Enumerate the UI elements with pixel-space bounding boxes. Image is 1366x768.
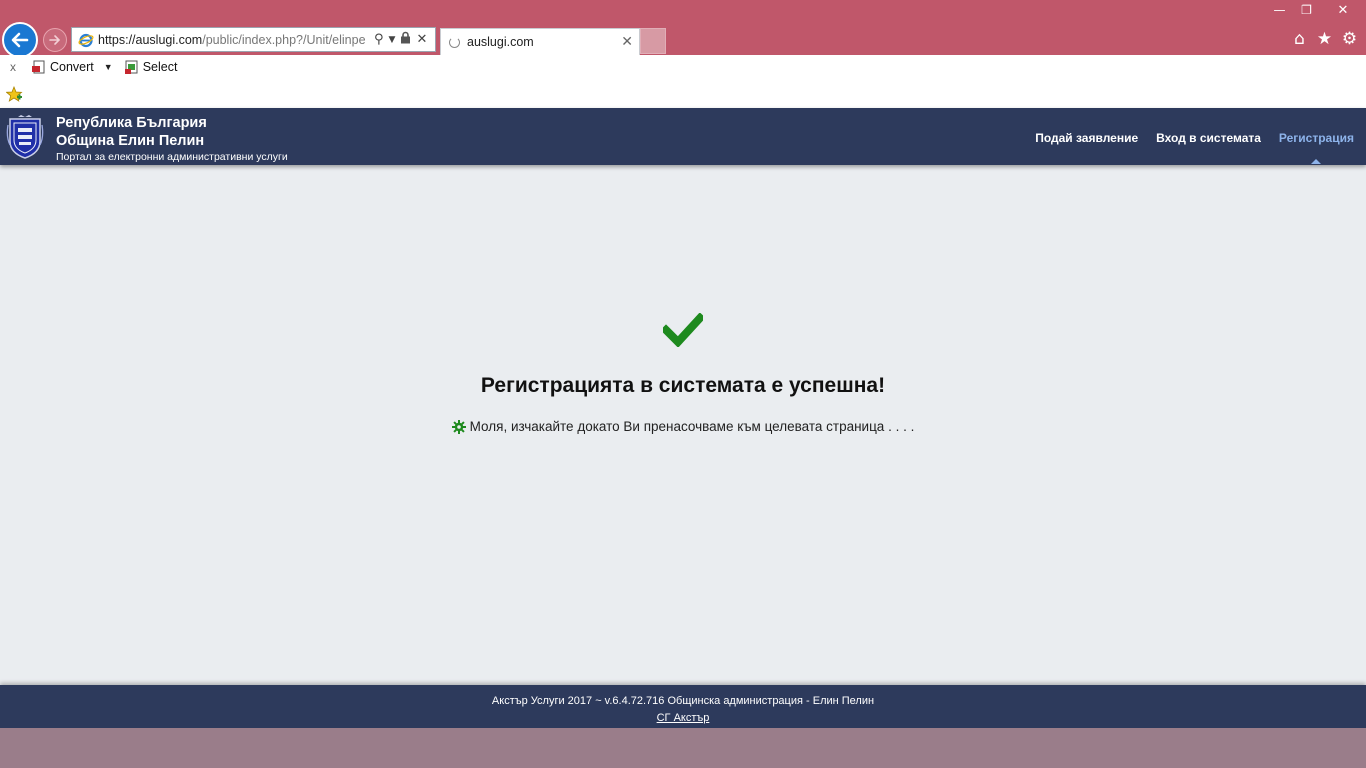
select-icon [124, 60, 138, 74]
brand-municipality: Община Елин Пелин [56, 133, 205, 149]
url-path: /public/index.php?/Unit/elinpe [202, 32, 366, 47]
restore-button[interactable]: ❐ [1293, 0, 1320, 20]
close-window-button[interactable]: ✕ [1320, 0, 1366, 20]
nav-login[interactable]: Вход в системата [1156, 131, 1261, 145]
close-toolbar-icon[interactable]: x [10, 60, 20, 74]
nav-registration[interactable]: Регистрация [1279, 131, 1354, 164]
nav-submit-application[interactable]: Подай заявление [1035, 131, 1138, 145]
redirect-message: Моля, изчакайте докато Ви пренасочваме к… [0, 419, 1366, 434]
taskbar [0, 728, 1366, 768]
browser-titlebar: — ❐ ✕ https://auslugi.com/public/index.p… [0, 0, 1366, 58]
footer-copyright: Акстър Услуги 2017 ~ v.6.4.72.716 Общинс… [491, 695, 875, 707]
municipality-crest-logo [6, 115, 44, 159]
site-header: Република България Община Елин Пелин Пор… [0, 108, 1366, 165]
footer-company-link[interactable]: СГ Акстър [657, 712, 710, 725]
home-icon[interactable]: ⌂ [1291, 29, 1308, 49]
lock-icon[interactable] [400, 31, 411, 48]
tab-auslugi[interactable]: auslugi.com ✕ [440, 28, 640, 55]
redirect-text: Моля, изчакайте докато Ви пренасочваме к… [469, 419, 915, 434]
gear-icon[interactable]: ⚙ [1341, 29, 1358, 49]
ie-icon [76, 30, 96, 50]
forward-button[interactable] [43, 28, 67, 52]
command-bar: x Convert ▼ Select [0, 55, 1366, 108]
main-content: Регистрацията в системата е успешна! Мол… [0, 165, 1366, 685]
brand-block[interactable]: Република България Община Елин Пелин Пор… [56, 114, 288, 164]
loading-icon [449, 36, 460, 48]
success-heading: Регистрацията в системата е успешна! [480, 374, 886, 397]
pdf-convert-icon [32, 60, 45, 73]
back-button[interactable] [2, 22, 38, 58]
favorites-star-icon[interactable]: ★ [1316, 29, 1333, 49]
url-host: https://auslugi.com [98, 32, 203, 47]
tab-close-icon[interactable]: ✕ [621, 34, 633, 50]
convert-button[interactable]: Convert ▼ [32, 60, 113, 74]
select-label: Select [142, 59, 178, 74]
arrow-right-icon [49, 35, 61, 45]
checkmark-icon [663, 313, 703, 347]
address-url[interactable]: https://auslugi.com/public/index.php?/Un… [98, 33, 370, 47]
main-nav: Подай заявление Вход в системата Регистр… [1035, 131, 1354, 164]
chevron-down-icon[interactable]: ▼ [104, 62, 113, 72]
minimize-button[interactable]: — [1266, 0, 1293, 20]
search-icon[interactable]: ⚲ [374, 32, 384, 47]
window-controls: — ❐ ✕ [1266, 0, 1366, 20]
dropdown-icon[interactable]: ▼ [389, 35, 396, 45]
site-footer: Акстър Услуги 2017 ~ v.6.4.72.716 Общинс… [0, 685, 1366, 728]
address-bar[interactable]: https://auslugi.com/public/index.php?/Un… [71, 27, 436, 52]
brand-country: Република България [56, 115, 207, 131]
arrow-left-icon [11, 32, 29, 48]
select-button[interactable]: Select [124, 59, 178, 74]
gear-icon [451, 419, 466, 434]
add-favorite-icon[interactable] [6, 86, 23, 103]
new-tab-button[interactable] [640, 28, 666, 54]
stop-icon[interactable]: ✕ [416, 32, 427, 47]
convert-label: Convert [50, 59, 94, 74]
brand-portal-subtitle: Портал за електронни административни усл… [56, 151, 288, 163]
tab-title: auslugi.com [467, 35, 534, 49]
